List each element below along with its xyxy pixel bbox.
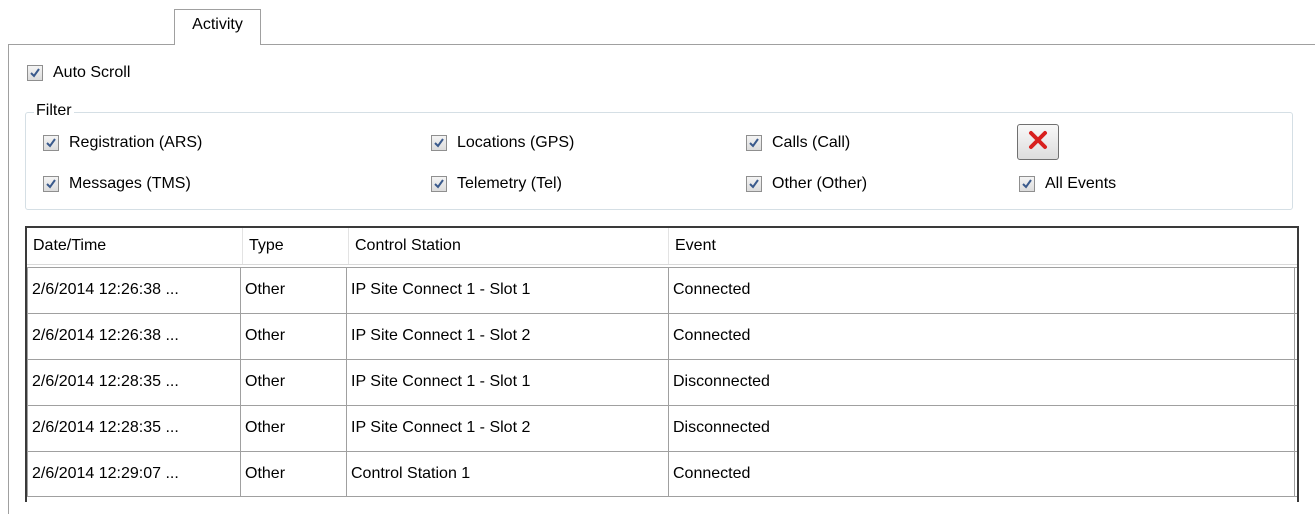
filter-calls-label: Calls (Call): [772, 134, 851, 151]
filter-other-label: Other (Other): [772, 175, 868, 192]
column-header-datetime[interactable]: Date/Time: [27, 228, 243, 264]
filter-other-checkbox[interactable]: Other (Other): [746, 175, 867, 193]
checkbox-check-icon: [746, 176, 762, 192]
filter-telemetry-label: Telemetry (Tel): [457, 175, 562, 192]
auto-scroll-checkbox[interactable]: Auto Scroll: [27, 64, 130, 82]
cell-event: Disconnected: [669, 360, 1295, 405]
cell-control-station: Control Station 1: [347, 452, 669, 496]
checkbox-check-icon: [43, 135, 59, 151]
filter-locations-label: Locations (GPS): [457, 134, 575, 151]
cell-type: Other: [241, 268, 347, 313]
checkbox-check-icon: [746, 135, 762, 151]
cell-event: Connected: [669, 452, 1295, 496]
filter-group: [25, 112, 1293, 210]
checkbox-check-icon: [43, 176, 59, 192]
cell-type: Other: [241, 360, 347, 405]
filter-messages-checkbox[interactable]: Messages (TMS): [43, 175, 191, 193]
cell-datetime: 2/6/2014 12:26:38 ...: [27, 268, 241, 313]
filter-registration-label: Registration (ARS): [69, 134, 203, 151]
cell-datetime: 2/6/2014 12:28:35 ...: [27, 360, 241, 405]
cell-type: Other: [241, 452, 347, 496]
checkbox-check-icon: [27, 65, 43, 81]
column-header-type[interactable]: Type: [243, 228, 349, 264]
table-row[interactable]: 2/6/2014 12:29:07 ... Other Control Stat…: [27, 451, 1297, 497]
cell-type: Other: [241, 314, 347, 359]
cell-control-station: IP Site Connect 1 - Slot 2: [347, 406, 669, 451]
filter-calls-checkbox[interactable]: Calls (Call): [746, 134, 850, 152]
table-row[interactable]: 2/6/2014 12:26:38 ... Other IP Site Conn…: [27, 313, 1297, 359]
checkbox-check-icon: [431, 176, 447, 192]
cell-type: Other: [241, 406, 347, 451]
tab-activity[interactable]: Activity: [174, 9, 261, 45]
cell-event: Connected: [669, 268, 1295, 313]
filter-locations-checkbox[interactable]: Locations (GPS): [431, 134, 574, 152]
filter-messages-label: Messages (TMS): [69, 175, 191, 192]
cell-datetime: 2/6/2014 12:28:35 ...: [27, 406, 241, 451]
filter-legend: Filter: [34, 102, 74, 120]
filter-telemetry-checkbox[interactable]: Telemetry (Tel): [431, 175, 562, 193]
cell-event: Connected: [669, 314, 1295, 359]
cell-control-station: IP Site Connect 1 - Slot 2: [347, 314, 669, 359]
table-row[interactable]: 2/6/2014 12:28:35 ... Other IP Site Conn…: [27, 405, 1297, 451]
activity-grid[interactable]: Date/Time Type Control Station Event 2/6…: [25, 226, 1299, 502]
grid-header: Date/Time Type Control Station Event: [27, 228, 1297, 265]
cell-event: Disconnected: [669, 406, 1295, 451]
table-row[interactable]: 2/6/2014 12:28:35 ... Other IP Site Conn…: [27, 359, 1297, 405]
red-x-icon: [1028, 130, 1048, 155]
cell-control-station: IP Site Connect 1 - Slot 1: [347, 360, 669, 405]
column-header-event[interactable]: Event: [669, 228, 1297, 264]
cell-datetime: 2/6/2014 12:26:38 ...: [27, 314, 241, 359]
cell-datetime: 2/6/2014 12:29:07 ...: [27, 452, 241, 496]
auto-scroll-label: Auto Scroll: [53, 64, 131, 81]
cell-control-station: IP Site Connect 1 - Slot 1: [347, 268, 669, 313]
clear-filters-button[interactable]: [1017, 124, 1059, 160]
grid-rows: 2/6/2014 12:26:38 ... Other IP Site Conn…: [27, 267, 1297, 497]
filter-registration-checkbox[interactable]: Registration (ARS): [43, 134, 202, 152]
checkbox-check-icon: [431, 135, 447, 151]
column-header-control-station[interactable]: Control Station: [349, 228, 669, 264]
checkbox-check-icon: [1019, 176, 1035, 192]
table-row[interactable]: 2/6/2014 12:26:38 ... Other IP Site Conn…: [27, 267, 1297, 313]
filter-all-events-label: All Events: [1045, 175, 1117, 192]
filter-all-events-checkbox[interactable]: All Events: [1019, 175, 1116, 193]
